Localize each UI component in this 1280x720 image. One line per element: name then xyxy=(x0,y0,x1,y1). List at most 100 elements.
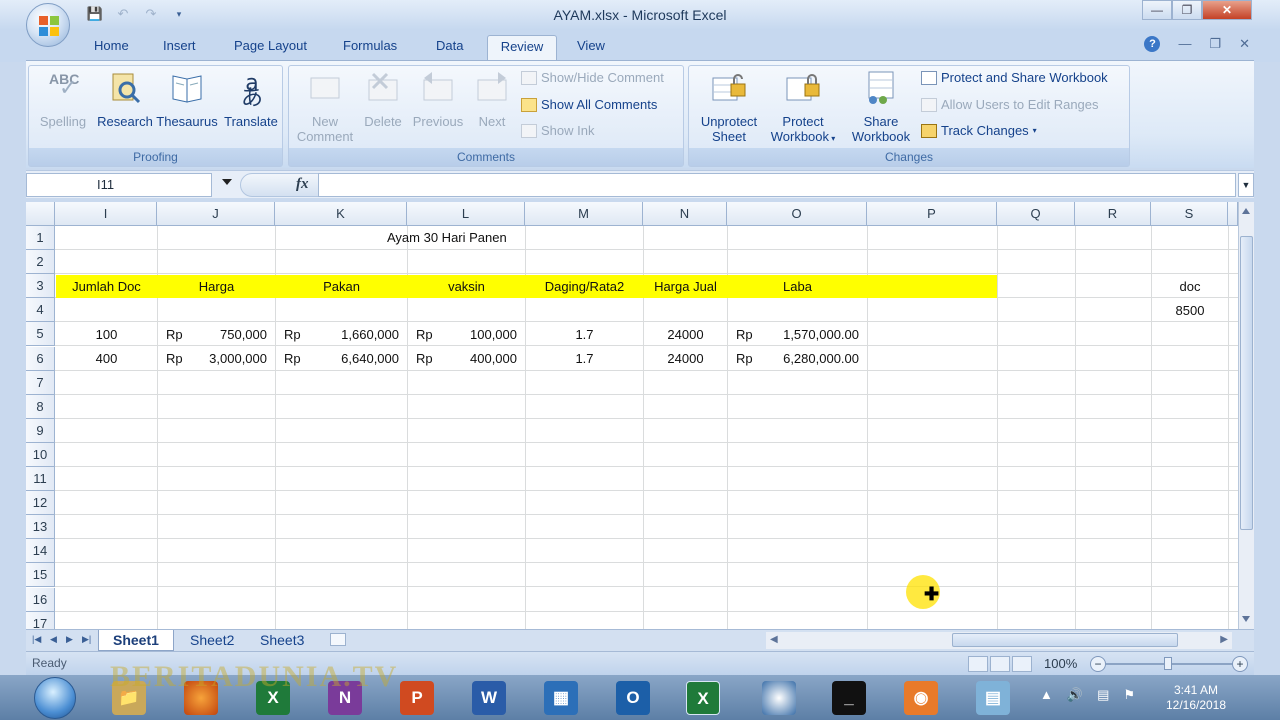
column-header[interactable]: I xyxy=(55,202,157,226)
last-sheet-icon[interactable]: ▶| xyxy=(82,634,91,645)
row-header[interactable]: 3 xyxy=(26,274,55,299)
row-header[interactable]: 9 xyxy=(26,418,55,443)
ribbon-restore-icon[interactable]: ❐ xyxy=(1209,36,1221,52)
minimize-icon[interactable]: — xyxy=(1142,0,1172,20)
doc-label-cell[interactable]: doc xyxy=(1152,275,1228,299)
tab-review[interactable]: Review xyxy=(487,35,557,62)
publisher-icon[interactable]: ▦ xyxy=(544,681,578,715)
next-sheet-icon[interactable]: ▶ xyxy=(66,634,73,645)
row-header[interactable]: 10 xyxy=(26,442,55,467)
word-icon[interactable]: W xyxy=(472,681,506,715)
column-header[interactable]: N xyxy=(643,202,727,226)
data-cell[interactable]: 400 xyxy=(56,347,157,371)
sheet-tab-sheet1[interactable]: Sheet1 xyxy=(98,630,174,651)
column-header[interactable]: O xyxy=(727,202,867,226)
tab-view[interactable]: View xyxy=(569,35,613,62)
data-cell[interactable]: 1.7 xyxy=(526,347,643,371)
header-cell[interactable]: Harga Jual xyxy=(644,275,727,299)
formula-input[interactable] xyxy=(318,173,1236,197)
insert-sheet-icon[interactable] xyxy=(330,633,346,646)
office-button[interactable] xyxy=(26,3,70,47)
column-header[interactable]: Q xyxy=(997,202,1075,226)
column-header[interactable]: L xyxy=(407,202,525,226)
page-layout-view-icon[interactable] xyxy=(990,656,1010,672)
share-workbook-button[interactable]: Share Workbook xyxy=(845,70,917,144)
show-ink-button[interactable]: Show Ink xyxy=(521,121,594,141)
explorer-icon[interactable]: ▤ xyxy=(976,681,1010,715)
close-icon[interactable]: ✕ xyxy=(1202,0,1252,20)
column-header[interactable]: M xyxy=(525,202,643,226)
data-cell[interactable]: 100 xyxy=(56,323,157,347)
show-hide-comment-button[interactable]: Show/Hide Comment xyxy=(521,68,664,88)
scroll-left-icon[interactable]: ◀ xyxy=(770,634,778,645)
doc-value-cell[interactable]: 8500 xyxy=(1152,299,1228,323)
data-cell[interactable]: 400,000 xyxy=(408,347,517,371)
ribbon-close-icon[interactable]: ✕ xyxy=(1239,36,1250,52)
media-player-icon[interactable] xyxy=(762,681,796,715)
thesaurus-button[interactable]: Thesaurus xyxy=(153,70,221,129)
zoom-slider-thumb[interactable] xyxy=(1164,657,1172,670)
excel-active-icon[interactable]: X xyxy=(686,681,720,715)
network-icon[interactable]: ▤ xyxy=(1097,687,1109,703)
header-cell[interactable]: Pakan xyxy=(276,275,407,299)
row-header[interactable]: 11 xyxy=(26,467,55,491)
scroll-down-icon[interactable] xyxy=(1242,616,1250,622)
name-box-dropdown-icon[interactable] xyxy=(222,179,232,185)
row-header[interactable]: 2 xyxy=(26,250,55,275)
spelling-button[interactable]: ABC ✓ Spelling xyxy=(33,70,93,130)
data-cell[interactable]: 1.7 xyxy=(526,323,643,347)
outlook-icon[interactable]: O xyxy=(616,681,650,715)
previous-comment-button[interactable]: Previous xyxy=(407,70,469,129)
column-header[interactable]: K xyxy=(275,202,407,226)
delete-comment-button[interactable]: Delete xyxy=(355,70,411,129)
data-cell[interactable]: 1,660,000 xyxy=(276,323,399,347)
header-cell[interactable]: Daging/Rata2 xyxy=(526,275,643,299)
prev-sheet-icon[interactable]: ◀ xyxy=(50,634,57,645)
sheet-title-cell[interactable]: Ayam 30 Hari Panen xyxy=(387,226,507,250)
sheet-tab-sheet3[interactable]: Sheet3 xyxy=(246,630,318,651)
unprotect-sheet-button[interactable]: Unprotect Sheet xyxy=(693,70,765,144)
worksheet-grid[interactable]: I J K L M N O P Q R S 1 2 3 4 5 6 7 8 9 10 11 12 13 1… xyxy=(26,202,1238,629)
data-cell[interactable]: 1,570,000.00 xyxy=(728,323,859,347)
row-header[interactable]: 1 xyxy=(26,226,55,250)
vertical-scroll-thumb[interactable] xyxy=(1240,236,1253,530)
select-all-button[interactable] xyxy=(26,202,55,226)
show-all-comments-button[interactable]: Show All Comments xyxy=(521,95,657,115)
track-changes-button[interactable]: Track Changes ▾ xyxy=(921,121,1037,141)
next-comment-button[interactable]: Next xyxy=(465,70,519,129)
tab-data[interactable]: Data xyxy=(428,35,471,62)
header-cell[interactable]: Laba xyxy=(728,275,867,299)
tab-insert[interactable]: Insert xyxy=(155,35,204,62)
column-header[interactable]: R xyxy=(1075,202,1151,226)
zoom-out-icon[interactable]: − xyxy=(1090,656,1106,672)
powerpoint-icon[interactable]: P xyxy=(400,681,434,715)
new-comment-button[interactable]: New Comment xyxy=(291,70,359,144)
data-cell[interactable]: 750,000 xyxy=(158,323,267,347)
horizontal-scrollbar[interactable]: ◀ ▶ xyxy=(766,632,1232,649)
tab-page-layout[interactable]: Page Layout xyxy=(226,35,315,62)
data-cell[interactable]: 24000 xyxy=(644,347,727,371)
scroll-right-icon[interactable]: ▶ xyxy=(1220,634,1228,645)
header-cell[interactable]: Harga xyxy=(158,275,275,299)
name-box[interactable]: I11 xyxy=(26,173,212,197)
row-header[interactable]: 4 xyxy=(26,298,55,323)
expand-formula-bar-icon[interactable]: ▼ xyxy=(1238,173,1254,197)
data-cell[interactable]: 6,640,000 xyxy=(276,347,399,371)
insert-function-button[interactable]: fx xyxy=(296,176,309,193)
row-header[interactable]: 6 xyxy=(26,346,55,371)
help-icon[interactable]: ? xyxy=(1144,36,1161,52)
command-prompt-icon[interactable]: _ xyxy=(832,681,866,715)
row-header[interactable]: 15 xyxy=(26,563,55,588)
horizontal-scroll-thumb[interactable] xyxy=(952,633,1178,647)
row-header[interactable]: 17 xyxy=(26,611,55,629)
allow-users-edit-ranges-button[interactable]: Allow Users to Edit Ranges xyxy=(921,95,1099,115)
zoom-in-icon[interactable]: + xyxy=(1232,656,1248,672)
column-header-partial[interactable] xyxy=(1228,202,1238,226)
show-hidden-icons-icon[interactable]: ▲ xyxy=(1040,687,1053,703)
data-cell[interactable]: 24000 xyxy=(644,323,727,347)
row-header[interactable]: 13 xyxy=(26,515,55,540)
vertical-scrollbar[interactable] xyxy=(1238,202,1254,629)
header-cell[interactable]: Jumlah Doc xyxy=(56,275,157,299)
first-sheet-icon[interactable]: |◀ xyxy=(32,634,41,645)
protect-and-share-workbook-button[interactable]: Protect and Share Workbook xyxy=(921,68,1108,88)
